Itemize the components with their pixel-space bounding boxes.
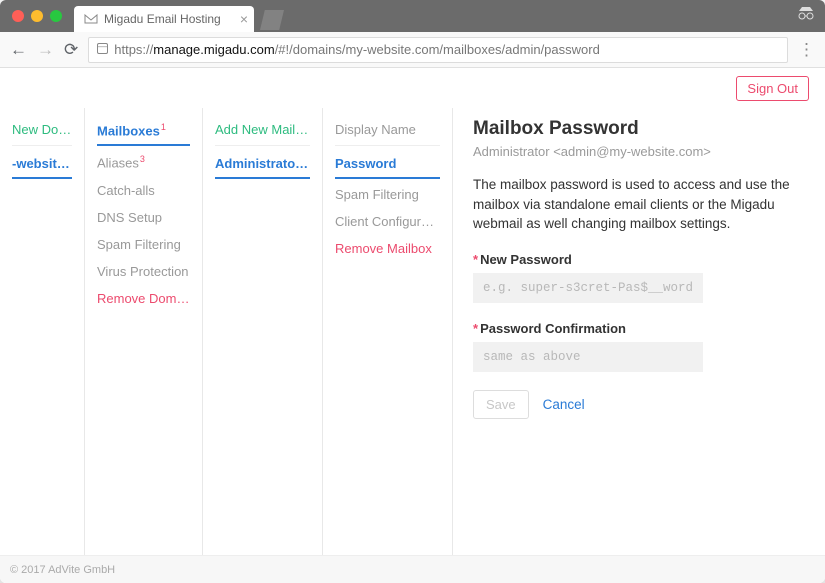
nav-catchalls[interactable]: Catch-alls — [97, 177, 190, 204]
incognito-icon — [797, 6, 815, 23]
nav-aliases[interactable]: Aliases3 — [97, 148, 190, 176]
browser-tab[interactable]: Migadu Email Hosting × — [74, 6, 254, 32]
window-controls — [12, 10, 62, 22]
back-button[interactable]: ← — [10, 40, 27, 60]
nav-mailboxes[interactable]: Mailboxes1 — [97, 116, 190, 146]
url-input[interactable]: https://manage.migadu.com/#!/domains/my-… — [88, 37, 788, 63]
column-layout: New Domain -website.com Mailboxes1 Alias… — [0, 108, 825, 555]
reload-button[interactable]: ⟳ — [64, 40, 78, 60]
add-mailbox-link[interactable]: Add New Mailbox — [215, 116, 310, 143]
main-panel: Mailbox Password Administrator <admin@my… — [453, 108, 825, 555]
save-button[interactable]: Save — [473, 390, 529, 419]
nav-virus-protection[interactable]: Virus Protection — [97, 258, 190, 285]
nav-mailboxes-label: Mailboxes — [97, 123, 160, 138]
mailbox-name: Administrator — [215, 156, 308, 171]
form-actions: Save Cancel — [473, 390, 805, 419]
new-tab-button[interactable] — [260, 10, 284, 30]
mailboxes-count-badge: 1 — [161, 122, 166, 132]
divider — [12, 145, 72, 146]
domain-item-current[interactable]: -website.com — [12, 150, 72, 179]
window-minimize-traffic-light[interactable] — [31, 10, 43, 22]
top-bar: Sign Out — [0, 68, 825, 108]
mailbox-identity: Administrator <admin@my-website.com> — [473, 144, 805, 159]
window-zoom-traffic-light[interactable] — [50, 10, 62, 22]
page-title: Mailbox Password — [473, 118, 805, 140]
domain-menu-column: Mailboxes1 Aliases3 Catch-alls DNS Setup… — [85, 108, 203, 555]
new-password-input[interactable] — [473, 273, 703, 303]
browser-menu-icon[interactable]: ⋮ — [798, 40, 815, 60]
copyright-text: © 2017 AdVite GmbH — [10, 564, 115, 576]
page-info-icon[interactable] — [97, 43, 108, 57]
nav-dns-setup[interactable]: DNS Setup — [97, 204, 190, 231]
tab-strip: Migadu Email Hosting × — [0, 0, 825, 32]
mailbox-item-administrator[interactable]: Administrator admi... — [215, 150, 310, 179]
cancel-link[interactable]: Cancel — [543, 397, 585, 412]
sign-out-button[interactable]: Sign Out — [736, 76, 809, 101]
tab-title: Migadu Email Hosting — [104, 12, 221, 26]
url-path: /#!/domains/my-website.com/mailboxes/adm… — [275, 42, 600, 57]
nav-remove-domain[interactable]: Remove Domain — [97, 285, 190, 312]
nav-aliases-label: Aliases — [97, 156, 139, 171]
description-text: The mailbox password is used to access a… — [473, 175, 805, 234]
nav-password[interactable]: Password — [335, 150, 440, 179]
browser-window: Migadu Email Hosting × ← → ⟳ https://man… — [0, 0, 825, 583]
new-domain-link[interactable]: New Domain — [12, 116, 72, 143]
domains-column: New Domain -website.com — [0, 108, 85, 555]
divider — [335, 145, 440, 146]
address-bar: ← → ⟳ https://manage.migadu.com/#!/domai… — [0, 32, 825, 68]
new-password-label: *New Password — [473, 252, 805, 267]
nav-mailbox-spam[interactable]: Spam Filtering — [335, 181, 440, 208]
page-content: Sign Out New Domain -website.com Mailbox… — [0, 68, 825, 583]
aliases-count-badge: 3 — [140, 154, 145, 164]
nav-spam-filtering[interactable]: Spam Filtering — [97, 231, 190, 258]
forward-button: → — [37, 40, 54, 60]
confirm-password-label: *Password Confirmation — [473, 321, 805, 336]
nav-client-config[interactable]: Client Configuration — [335, 208, 440, 235]
mailboxes-column: Add New Mailbox Administrator admi... — [203, 108, 323, 555]
required-indicator: * — [473, 252, 478, 267]
url-domain: manage.migadu.com — [153, 42, 274, 57]
nav-display-name[interactable]: Display Name — [335, 116, 440, 143]
nav-remove-mailbox[interactable]: Remove Mailbox — [335, 235, 440, 262]
required-indicator: * — [473, 321, 478, 336]
page-footer: © 2017 AdVite GmbH — [0, 555, 825, 583]
tab-close-icon[interactable]: × — [240, 12, 248, 26]
url-protocol: https:// — [114, 42, 153, 57]
mailbox-menu-column: Display Name Password Spam Filtering Cli… — [323, 108, 453, 555]
confirm-password-input[interactable] — [473, 342, 703, 372]
favicon — [84, 12, 98, 26]
window-close-traffic-light[interactable] — [12, 10, 24, 22]
divider — [215, 145, 310, 146]
